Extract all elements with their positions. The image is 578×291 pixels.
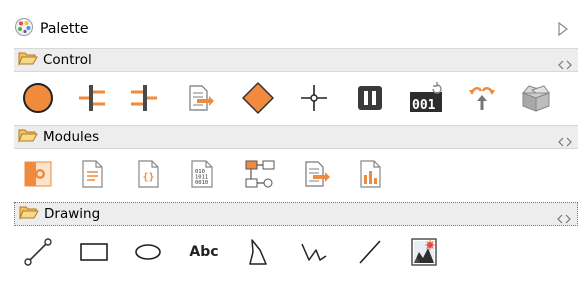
svg-text:0010: 0010 xyxy=(195,180,208,186)
join-branch-tool[interactable] xyxy=(126,80,162,116)
folder-open-icon xyxy=(18,127,38,147)
folder-open-icon xyxy=(18,50,38,70)
submodule-tool[interactable] xyxy=(20,156,56,192)
palette-icon xyxy=(14,17,34,41)
text-tool-label: Abc xyxy=(189,244,219,260)
polyline-tool[interactable] xyxy=(296,234,332,270)
control-tools-row: 001 xyxy=(14,80,578,116)
expand-arrows-icon[interactable] xyxy=(558,132,572,151)
section-header-modules[interactable]: Modules xyxy=(14,125,578,149)
expand-arrows-icon[interactable] xyxy=(557,209,571,228)
svg-text:001: 001 xyxy=(412,98,436,113)
section-label-control: Control xyxy=(43,52,92,68)
drawing-tools-row: Abc xyxy=(14,234,578,270)
package-box-tool[interactable] xyxy=(518,80,554,116)
modules-tools-row: {} 010 1011 0010 xyxy=(14,156,578,192)
section-header-control[interactable]: Control xyxy=(14,48,578,72)
collapse-palette-icon[interactable] xyxy=(558,21,568,40)
flowchart-tool[interactable] xyxy=(242,156,278,192)
crosshair-junction-tool[interactable] xyxy=(296,80,332,116)
ellipse-tool[interactable] xyxy=(130,234,166,270)
rectangle-tool[interactable] xyxy=(76,234,112,270)
connector-line-tool[interactable] xyxy=(20,234,56,270)
svg-text:{}: {} xyxy=(143,172,155,183)
decision-diamond-tool[interactable] xyxy=(240,80,276,116)
code-document-tool[interactable]: {} xyxy=(130,156,166,192)
polygon-tool[interactable] xyxy=(240,234,276,270)
text-document-tool[interactable] xyxy=(74,156,110,192)
line-tool[interactable] xyxy=(352,234,388,270)
palette-header: Palette xyxy=(14,14,578,44)
section-label-drawing: Drawing xyxy=(44,206,101,222)
expand-arrows-icon[interactable] xyxy=(558,55,572,74)
text-tool[interactable]: Abc xyxy=(186,234,222,270)
document-transfer-tool[interactable] xyxy=(298,156,334,192)
document-transfer-tool[interactable] xyxy=(182,80,218,116)
folder-open-icon xyxy=(19,204,39,224)
pause-tool[interactable] xyxy=(352,80,388,116)
merge-arrows-tool[interactable] xyxy=(464,80,500,116)
split-branch-tool[interactable] xyxy=(74,80,110,116)
palette-title: Palette xyxy=(40,21,89,37)
section-header-drawing[interactable]: Drawing xyxy=(14,202,578,226)
report-chart-tool[interactable] xyxy=(352,156,388,192)
start-event-tool[interactable] xyxy=(20,80,56,116)
image-tool[interactable] xyxy=(406,234,442,270)
binary-document-tool[interactable]: 010 1011 0010 xyxy=(184,156,220,192)
counter-tool[interactable]: 001 xyxy=(408,80,444,116)
section-label-modules: Modules xyxy=(43,129,100,145)
